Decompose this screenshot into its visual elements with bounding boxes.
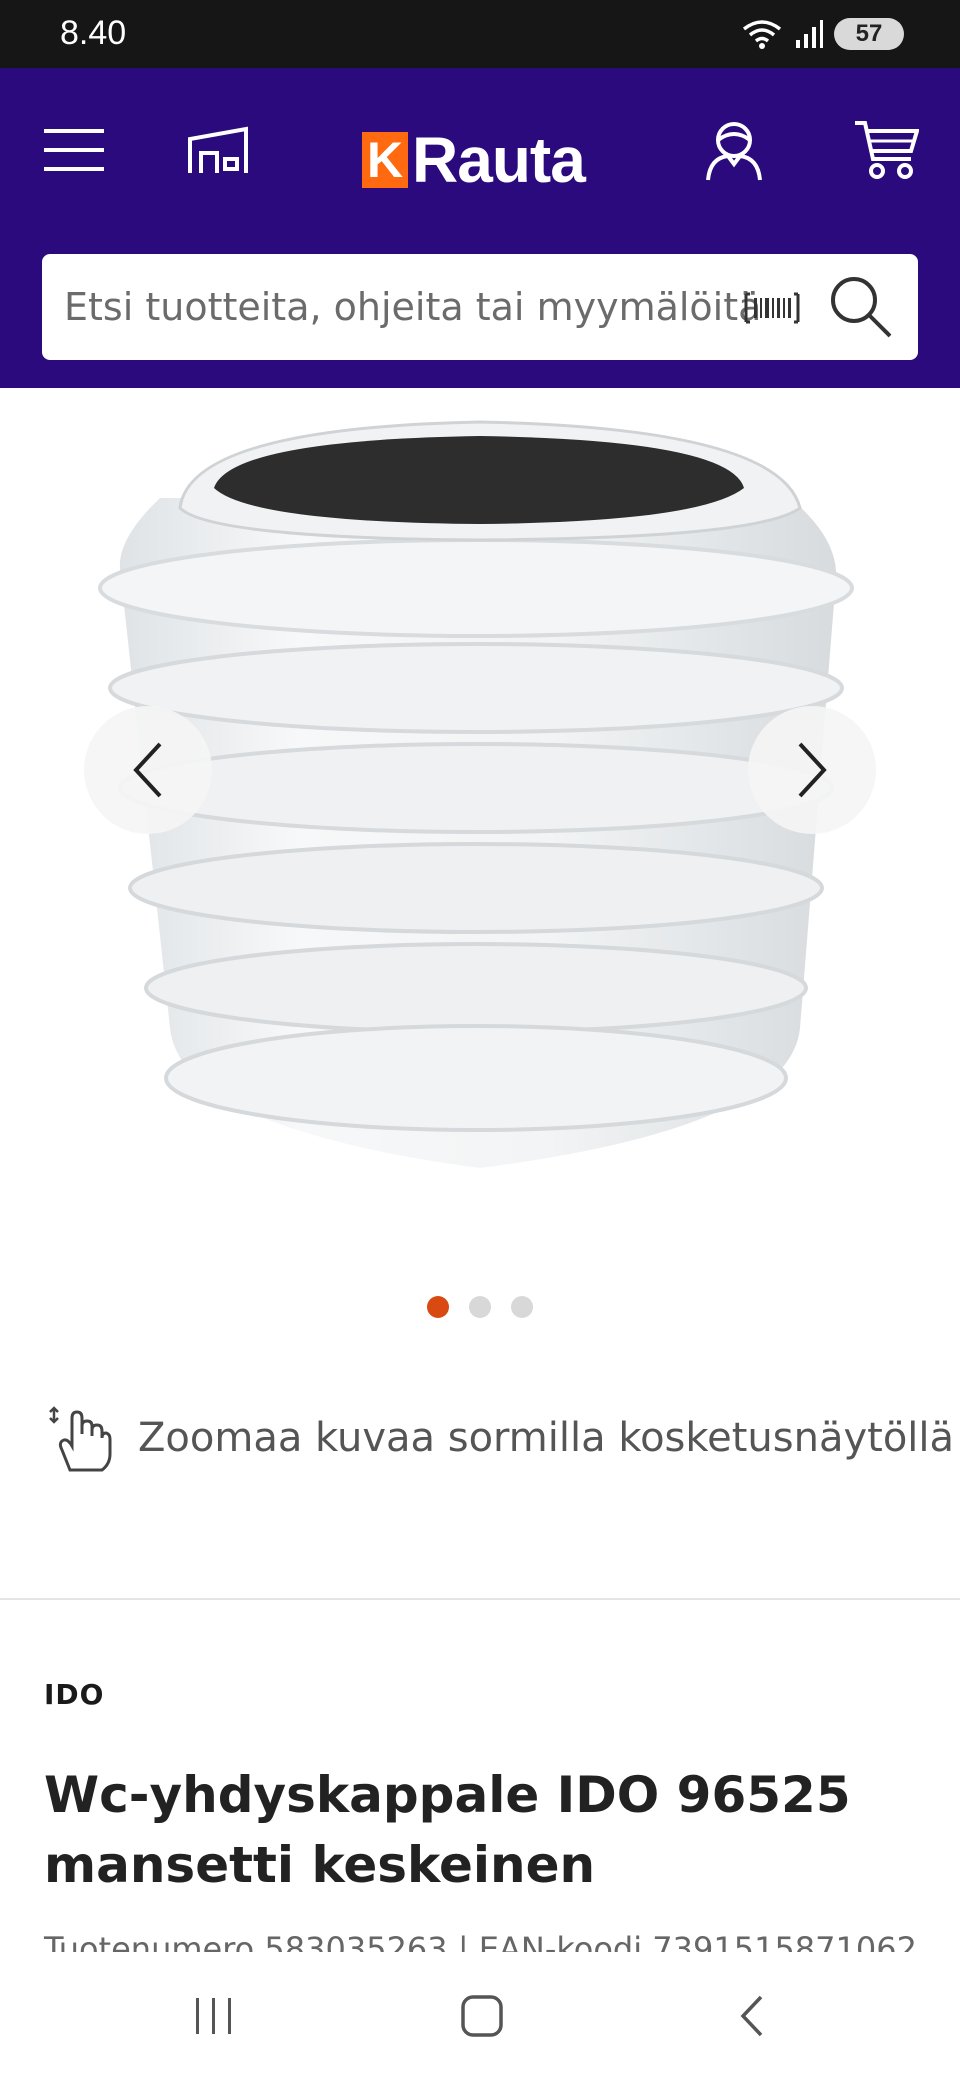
hamburger-icon <box>44 129 104 171</box>
home-button[interactable] <box>450 1984 514 2048</box>
system-navigation-bar <box>0 1952 960 2080</box>
product-image-carousel[interactable] <box>0 388 960 1188</box>
carousel-dot-3[interactable] <box>511 1296 533 1318</box>
pinch-zoom-icon <box>49 1406 112 1472</box>
battery-indicator: 57 <box>834 18 904 50</box>
account-button[interactable] <box>692 108 776 192</box>
user-icon <box>706 122 762 181</box>
status-icons: 57 <box>740 16 904 52</box>
recent-apps-icon <box>196 1998 231 2034</box>
signal-icon <box>796 20 823 48</box>
zoom-hint: Zoomaa kuvaa sormilla kosketusnäytöllä <box>48 1404 954 1472</box>
home-icon <box>461 1995 503 2037</box>
chevron-right-icon <box>798 742 827 798</box>
recent-apps-button[interactable] <box>182 1984 246 2048</box>
menu-button[interactable] <box>32 108 116 192</box>
status-time: 8.40 <box>60 14 127 52</box>
logo-k-mark: K <box>362 132 408 188</box>
search-bar <box>42 254 918 360</box>
krauta-logo[interactable]: K Rauta <box>362 120 586 200</box>
status-bar: 8.40 57 <box>0 0 960 68</box>
logo-text: Rauta <box>412 124 586 196</box>
carousel-dot-1[interactable] <box>427 1296 449 1318</box>
search-input[interactable] <box>64 254 764 360</box>
wifi-icon <box>742 20 782 49</box>
cart-icon <box>855 121 919 179</box>
chevron-left-icon <box>133 742 162 798</box>
cart-button[interactable] <box>844 108 928 192</box>
carousel-pagination <box>0 1296 960 1318</box>
search-icon[interactable] <box>828 274 894 340</box>
barcode-scanner-icon[interactable] <box>742 290 802 326</box>
previous-image-button[interactable] <box>84 706 212 834</box>
carousel-dot-2[interactable] <box>469 1296 491 1318</box>
product-title: Wc-yhdyskappale IDO 96525 mansetti keske… <box>44 1766 851 1894</box>
back-button[interactable] <box>720 1984 784 2048</box>
store-icon <box>188 126 248 173</box>
product-brand[interactable]: IDO <box>44 1678 104 1711</box>
store-button[interactable] <box>176 108 260 192</box>
back-icon <box>740 1995 763 2037</box>
zoom-hint-text: Zoomaa kuvaa sormilla kosketusnäytöllä <box>138 1415 955 1461</box>
app-header: K Rauta <box>0 68 960 388</box>
next-image-button[interactable] <box>748 706 876 834</box>
section-divider <box>0 1598 960 1600</box>
